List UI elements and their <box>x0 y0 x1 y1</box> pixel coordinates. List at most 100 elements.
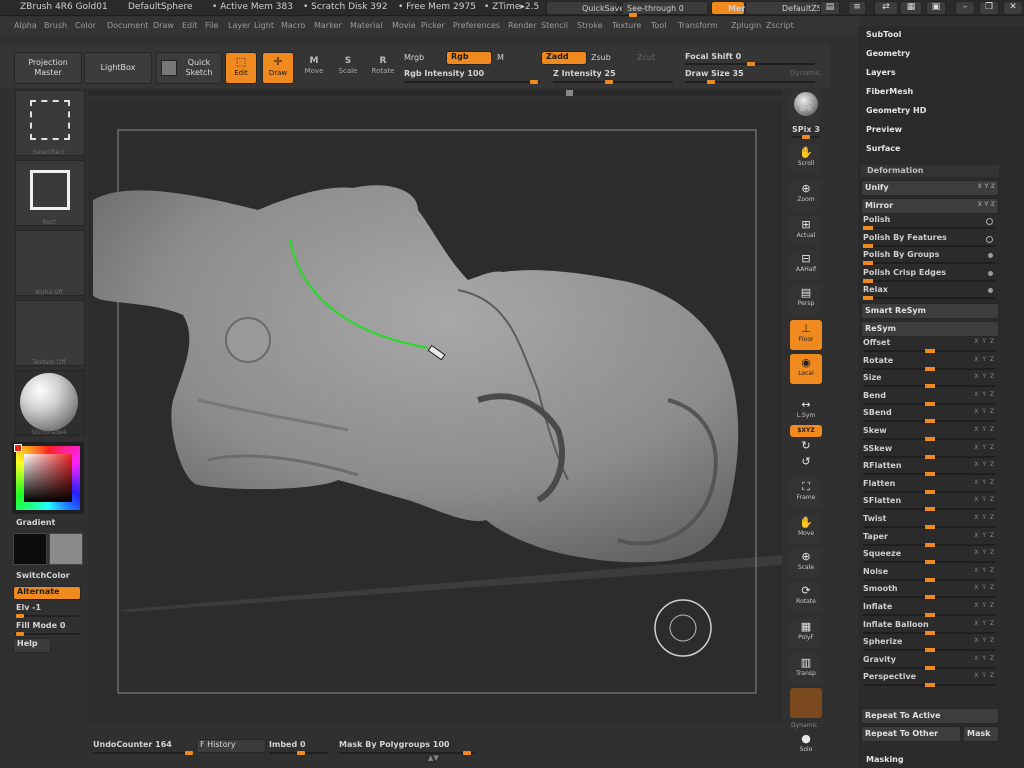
ghost-button[interactable] <box>790 688 822 718</box>
rotate-z-icon[interactable]: ↺ <box>790 456 822 470</box>
zoom-button[interactable]: ⊕ Zoom <box>790 180 822 210</box>
main-color-swatch[interactable] <box>13 533 47 565</box>
deform-slider-offset[interactable]: Offset X Y Z <box>861 337 997 353</box>
layout-swap-icon[interactable]: ⇄ <box>874 1 898 15</box>
masking-header[interactable]: Masking <box>866 755 904 764</box>
menu-stroke[interactable]: Stroke <box>577 21 603 30</box>
draw-button[interactable]: ✛ Draw <box>262 52 294 84</box>
menus-button[interactable]: Menus <box>711 1 758 15</box>
ruler-handle[interactable] <box>566 90 573 96</box>
f-history-button[interactable]: F History <box>196 739 266 753</box>
repeat-to-active-button[interactable]: Repeat To Active <box>861 708 999 724</box>
deformation-header[interactable]: Deformation <box>861 165 999 177</box>
spix-slider[interactable] <box>792 135 820 139</box>
menu-movie[interactable]: Movie <box>392 21 416 30</box>
polish-toggle-icon[interactable] <box>986 235 993 243</box>
mask-button[interactable]: Mask <box>963 726 999 742</box>
alpha-off-slot[interactable] <box>15 230 85 296</box>
gradient-label[interactable]: Gradient <box>16 518 55 527</box>
deform-slider-skew[interactable]: Skew X Y Z <box>861 425 997 441</box>
repeat-to-other-button[interactable]: Repeat To Other <box>861 726 961 742</box>
document-canvas[interactable] <box>88 100 782 722</box>
menu-render[interactable]: Render <box>508 21 536 30</box>
scroll-button[interactable]: ✋ Scroll <box>790 144 822 174</box>
deform-slider-gravity[interactable]: Gravity X Y Z <box>861 654 997 670</box>
deform-slider-sflatten[interactable]: SFlatten X Y Z <box>861 495 997 512</box>
deform-slider-sskew[interactable]: SSkew X Y Z <box>861 443 997 459</box>
menu-marker[interactable]: Marker <box>314 21 342 30</box>
polish-slider-relax[interactable]: Relax <box>861 284 997 300</box>
unify-button[interactable]: Unify X Y Z <box>861 180 999 196</box>
menu-draw[interactable]: Draw <box>153 21 174 30</box>
gizmo-icon[interactable] <box>654 599 712 657</box>
selectrect-brush[interactable] <box>15 90 85 156</box>
deform-slider-inflate-balloon[interactable]: Inflate Balloon X Y Z <box>861 619 997 635</box>
menu-stencil[interactable]: Stencil <box>541 21 568 30</box>
layout-grid-icon[interactable]: ▦ <box>900 1 922 15</box>
default-zscript-button[interactable]: DefaultZScript <box>745 1 840 15</box>
color-square[interactable] <box>24 454 72 502</box>
polish-toggle-icon[interactable] <box>988 288 993 293</box>
polish-slider-polish-crisp-edges[interactable]: Polish Crisp Edges <box>861 267 997 283</box>
zadd-button[interactable]: Zadd <box>541 51 587 65</box>
smart-resym-button[interactable]: Smart ReSym <box>861 303 999 319</box>
persp-button[interactable]: ▤ Persp <box>790 284 822 314</box>
palette-header-geometry-hd[interactable]: Geometry HD <box>866 106 926 115</box>
menu-macro[interactable]: Macro <box>281 21 305 30</box>
deform-slider-squeeze[interactable]: Squeeze X Y Z <box>861 548 997 565</box>
lock-icon[interactable]: ▣ <box>926 1 946 15</box>
rgb-intensity-slider[interactable] <box>404 80 540 84</box>
palette-header-layers[interactable]: Layers <box>866 68 896 77</box>
polish-slider-polish-by-features[interactable]: Polish By Features <box>861 232 997 248</box>
menu-color[interactable]: Color <box>75 21 96 30</box>
edit-button[interactable]: ⬚ Edit <box>225 52 257 84</box>
see-through-slider[interactable]: See-through 0 <box>622 1 708 17</box>
rgb-button[interactable]: Rgb <box>446 51 492 65</box>
minimize-icon[interactable]: – <box>955 1 975 15</box>
imbed-slider[interactable] <box>269 751 329 755</box>
palette-header-subtool[interactable]: SubTool <box>866 30 901 39</box>
palette-header-surface[interactable]: Surface <box>866 144 900 153</box>
menu-picker[interactable]: Picker <box>421 21 445 30</box>
menu-preferences[interactable]: Preferences <box>453 21 500 30</box>
rotate-y-icon[interactable]: ↻ <box>790 440 822 454</box>
dynamic-toggle[interactable]: Dynamic <box>790 69 821 77</box>
polyf-button[interactable]: ▦ PolyF <box>790 618 822 648</box>
deform-slider-inflate[interactable]: Inflate X Y Z <box>861 601 997 617</box>
deform-slider-rotate[interactable]: Rotate X Y Z <box>861 355 997 371</box>
rotate-view-button[interactable]: ⟳ Rotate <box>790 582 822 612</box>
m-button[interactable]: M <box>497 53 504 62</box>
menu-material[interactable]: Material <box>350 21 383 30</box>
quick-sketch-button[interactable]: Quick Sketch <box>156 52 222 84</box>
polish-toggle-icon[interactable] <box>988 270 993 276</box>
menu-edit[interactable]: Edit <box>182 21 198 30</box>
rect-stroke[interactable] <box>15 160 85 226</box>
sculpt-mesh[interactable] <box>93 185 739 563</box>
more-icon[interactable]: ≡ <box>848 1 866 15</box>
material-slot[interactable] <box>15 370 85 436</box>
menu-alpha[interactable]: Alpha <box>14 21 37 30</box>
texture-off-slot[interactable] <box>15 300 85 366</box>
move-view-button[interactable]: ✋ Move <box>790 514 822 544</box>
fill-mode-slider[interactable] <box>14 632 80 636</box>
menu-file[interactable]: File <box>205 21 218 30</box>
palette-header-geometry[interactable]: Geometry <box>866 49 910 58</box>
menu-brush[interactable]: Brush <box>44 21 67 30</box>
close-icon[interactable]: ✕ <box>1003 1 1023 15</box>
menu-zplugin[interactable]: Zplugin <box>731 21 761 30</box>
solo-button[interactable]: ● Solo <box>790 730 822 760</box>
layout-icon[interactable]: ▤ <box>820 1 840 15</box>
transp-button[interactable]: ▥ Transp <box>790 654 822 684</box>
deform-slider-spherize[interactable]: Spherize X Y Z <box>861 636 997 653</box>
elv-slider[interactable] <box>14 614 80 618</box>
zcut-button[interactable]: Zcut <box>637 53 655 62</box>
deform-slider-taper[interactable]: Taper X Y Z <box>861 531 997 547</box>
projection-master-button[interactable]: Projection Master <box>14 52 82 84</box>
menu-document[interactable]: Document <box>107 21 148 30</box>
switchcolor-button[interactable]: SwitchColor <box>16 571 70 580</box>
menu-tool[interactable]: Tool <box>651 21 667 30</box>
menu-layer[interactable]: Layer <box>228 21 250 30</box>
move-button[interactable]: M Move <box>298 52 330 84</box>
menu-texture[interactable]: Texture <box>612 21 641 30</box>
quicksave-button[interactable]: QuickSave <box>546 1 624 15</box>
